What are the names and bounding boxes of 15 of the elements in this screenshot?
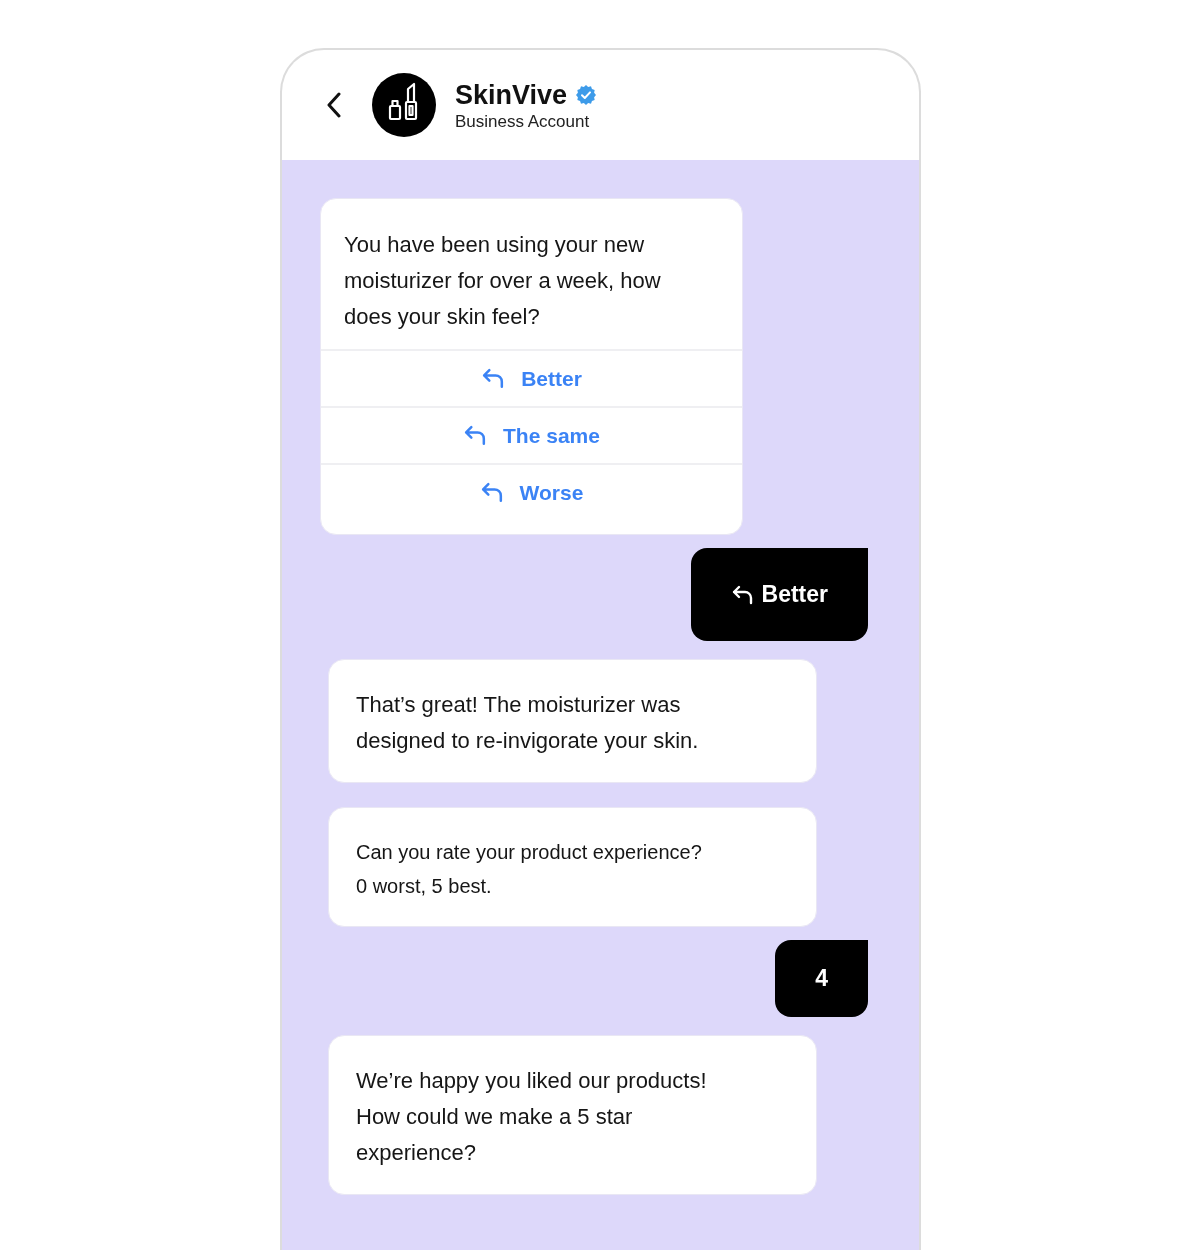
quick-reply-button[interactable]: The same (321, 406, 742, 463)
quick-reply-button[interactable]: Better (321, 349, 742, 406)
chevron-left-icon (327, 92, 341, 118)
account-name: SkinVive (455, 79, 568, 110)
back-button[interactable] (327, 92, 341, 118)
reply-arrow-icon (479, 480, 505, 505)
received-message: Can you rate your product experience? 0 worst, 5 best. (328, 807, 817, 927)
account-type: Business Account (455, 110, 591, 133)
received-message: That’s great! The moisturizer was designed to re-invigorate your skin. (328, 659, 817, 783)
message-text: You have been using your new moisturizer for over a week, how does your skin feel? (343, 231, 662, 331)
quick-reply-button[interactable]: Worse (321, 463, 742, 520)
received-message: We’re happy you liked our products! How could we make a 5 star experience? (328, 1035, 817, 1195)
message-text: Better (761, 580, 828, 609)
sent-message: 4 (775, 940, 868, 1017)
lipstick-icon (372, 73, 436, 137)
